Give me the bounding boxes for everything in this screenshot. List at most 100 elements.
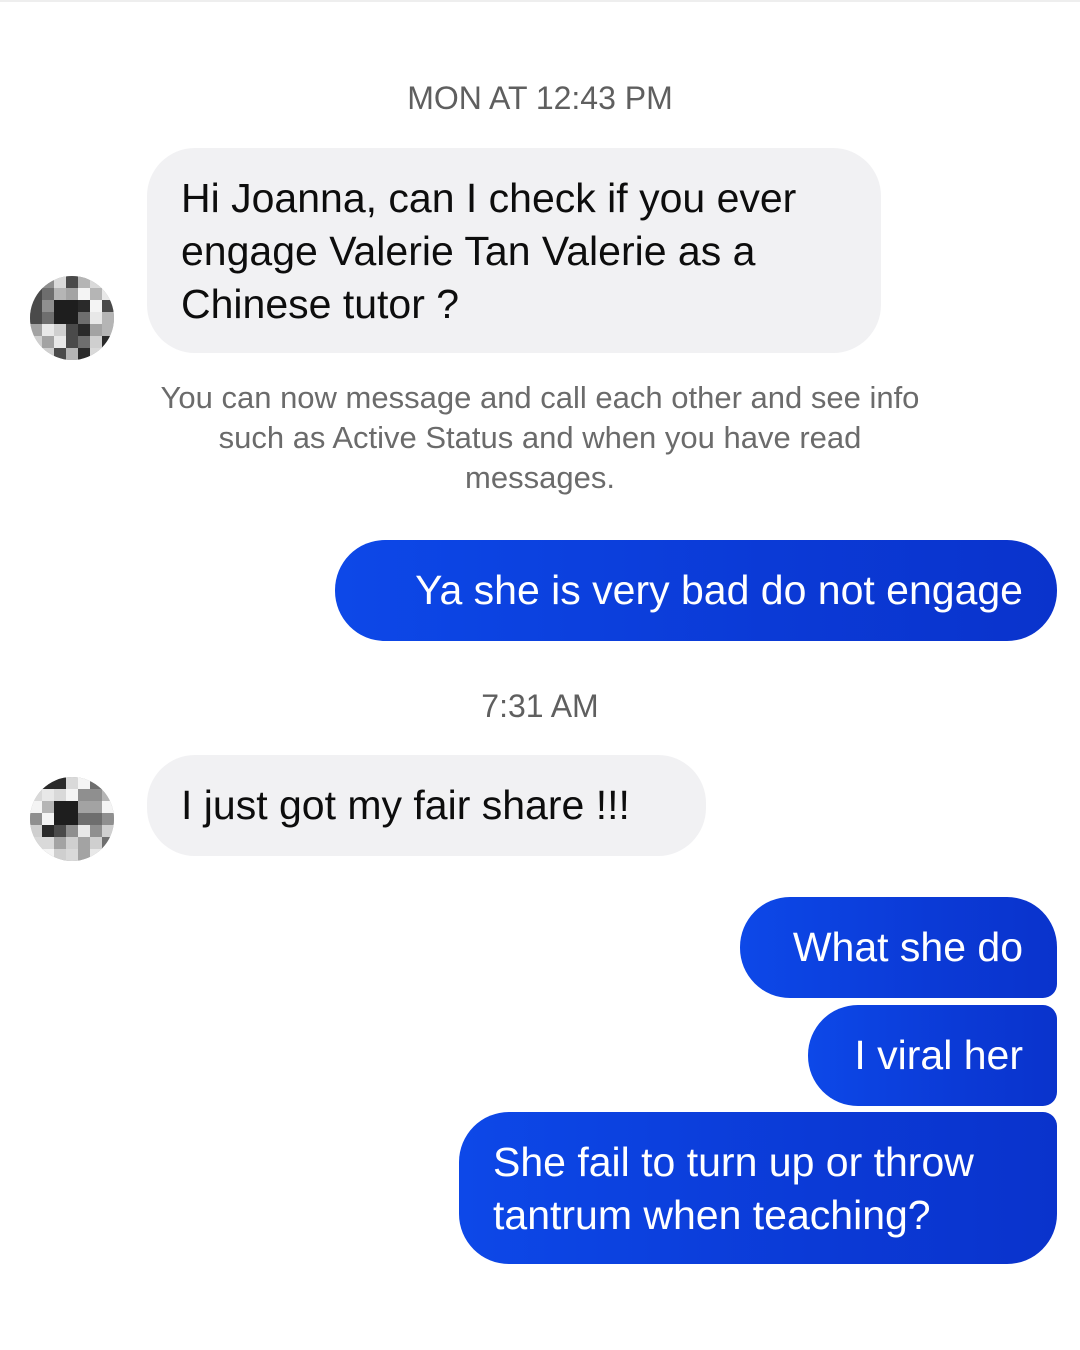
avatar-pixel	[66, 777, 78, 789]
outgoing-message-bubble[interactable]: She fail to turn up or throw tantrum whe…	[459, 1112, 1057, 1264]
avatar-pixel	[42, 276, 54, 288]
avatar-pixel	[30, 825, 42, 837]
incoming-message-bubble[interactable]: I just got my fair share !!!	[147, 755, 706, 856]
avatar-pixel	[54, 336, 66, 348]
avatar-pixel	[54, 312, 66, 324]
avatar-pixel	[30, 801, 42, 813]
avatar-pixel	[30, 813, 42, 825]
avatar-pixel	[102, 276, 114, 288]
avatar-pixel	[30, 312, 42, 324]
incoming-message-bubble[interactable]: Hi Joanna, can I check if you ever engag…	[147, 148, 881, 353]
avatar-pixel	[54, 801, 66, 813]
avatar-pixel	[78, 336, 90, 348]
avatar-pixel	[78, 276, 90, 288]
avatar-pixel	[102, 813, 114, 825]
system-note: You can now message and call each other …	[160, 380, 920, 495]
avatar-pixel	[102, 336, 114, 348]
avatar-pixel	[78, 312, 90, 324]
avatar-pixel	[42, 312, 54, 324]
avatar-pixel	[78, 813, 90, 825]
avatar-pixel	[90, 312, 102, 324]
avatar-pixel	[54, 789, 66, 801]
avatar-pixel	[54, 849, 66, 861]
avatar-pixel	[90, 324, 102, 336]
avatar-pixel	[66, 801, 78, 813]
avatar-pixel	[102, 312, 114, 324]
avatar-pixel	[54, 348, 66, 360]
avatar-pixel	[54, 324, 66, 336]
avatar-pixel	[42, 336, 54, 348]
avatar-pixel	[54, 777, 66, 789]
avatar-pixel	[78, 789, 90, 801]
outgoing-message-bubble[interactable]: I viral her	[808, 1005, 1057, 1106]
avatar-pixel	[66, 300, 78, 312]
avatar-pixel	[90, 849, 102, 861]
avatar-pixel	[42, 324, 54, 336]
avatar-pixel	[78, 849, 90, 861]
avatar-pixel	[42, 777, 54, 789]
avatar-pixel	[102, 789, 114, 801]
timestamp-mon: MON AT 12:43 PM	[407, 80, 673, 116]
avatar-pixel	[66, 789, 78, 801]
avatar-pixel	[30, 777, 42, 789]
avatar-pixel	[78, 324, 90, 336]
avatar-pixel	[42, 849, 54, 861]
avatar-pixel	[42, 813, 54, 825]
avatar-pixel	[42, 288, 54, 300]
avatar-pixel	[102, 825, 114, 837]
avatar-pixel	[54, 813, 66, 825]
avatar-pixel	[78, 348, 90, 360]
avatar-pixel	[30, 336, 42, 348]
avatar-pixel	[30, 276, 42, 288]
avatar-pixel	[102, 801, 114, 813]
avatar-pixel	[66, 276, 78, 288]
avatar-pixel	[102, 324, 114, 336]
top-divider	[0, 0, 1080, 2]
outgoing-message-bubble[interactable]: Ya she is very bad do not engage	[335, 540, 1057, 641]
avatar-pixel	[90, 336, 102, 348]
avatar-pixel	[90, 789, 102, 801]
avatar-pixel	[54, 300, 66, 312]
avatar-pixel	[42, 825, 54, 837]
avatar-pixel	[90, 777, 102, 789]
avatar-pixel	[78, 825, 90, 837]
avatar-pixel	[30, 300, 42, 312]
avatar-pixel	[42, 300, 54, 312]
avatar-pixel	[66, 837, 78, 849]
avatar-pixel	[66, 348, 78, 360]
avatar-pixel	[78, 300, 90, 312]
avatar-pixel	[66, 336, 78, 348]
avatar-pixel	[90, 813, 102, 825]
avatar-pixel	[78, 777, 90, 789]
timestamp-am: 7:31 AM	[481, 688, 599, 724]
avatar-pixel	[30, 348, 42, 360]
avatar-pixel	[102, 300, 114, 312]
avatar-pixel	[78, 837, 90, 849]
avatar-pixel	[102, 837, 114, 849]
avatar-pixel	[66, 288, 78, 300]
avatar-pixel	[42, 348, 54, 360]
avatar-pixel	[102, 849, 114, 861]
avatar-pixel	[54, 276, 66, 288]
contact-avatar-icon[interactable]	[30, 276, 114, 360]
avatar-pixel	[66, 825, 78, 837]
avatar-pixel	[90, 348, 102, 360]
outgoing-message-bubble[interactable]: What she do	[740, 897, 1057, 998]
avatar-pixel	[90, 837, 102, 849]
avatar-pixel	[66, 324, 78, 336]
avatar-pixel	[90, 288, 102, 300]
avatar-pixel	[90, 300, 102, 312]
avatar-pixel	[102, 288, 114, 300]
avatar-pixel	[30, 324, 42, 336]
avatar-pixel	[78, 288, 90, 300]
avatar-pixel	[54, 837, 66, 849]
avatar-pixel	[66, 849, 78, 861]
avatar-pixel	[66, 312, 78, 324]
contact-avatar-icon[interactable]	[30, 777, 114, 861]
avatar-pixel	[30, 837, 42, 849]
avatar-pixel	[30, 789, 42, 801]
avatar-pixel	[30, 288, 42, 300]
avatar-pixel	[90, 276, 102, 288]
avatar-pixel	[42, 801, 54, 813]
avatar-pixel	[42, 837, 54, 849]
